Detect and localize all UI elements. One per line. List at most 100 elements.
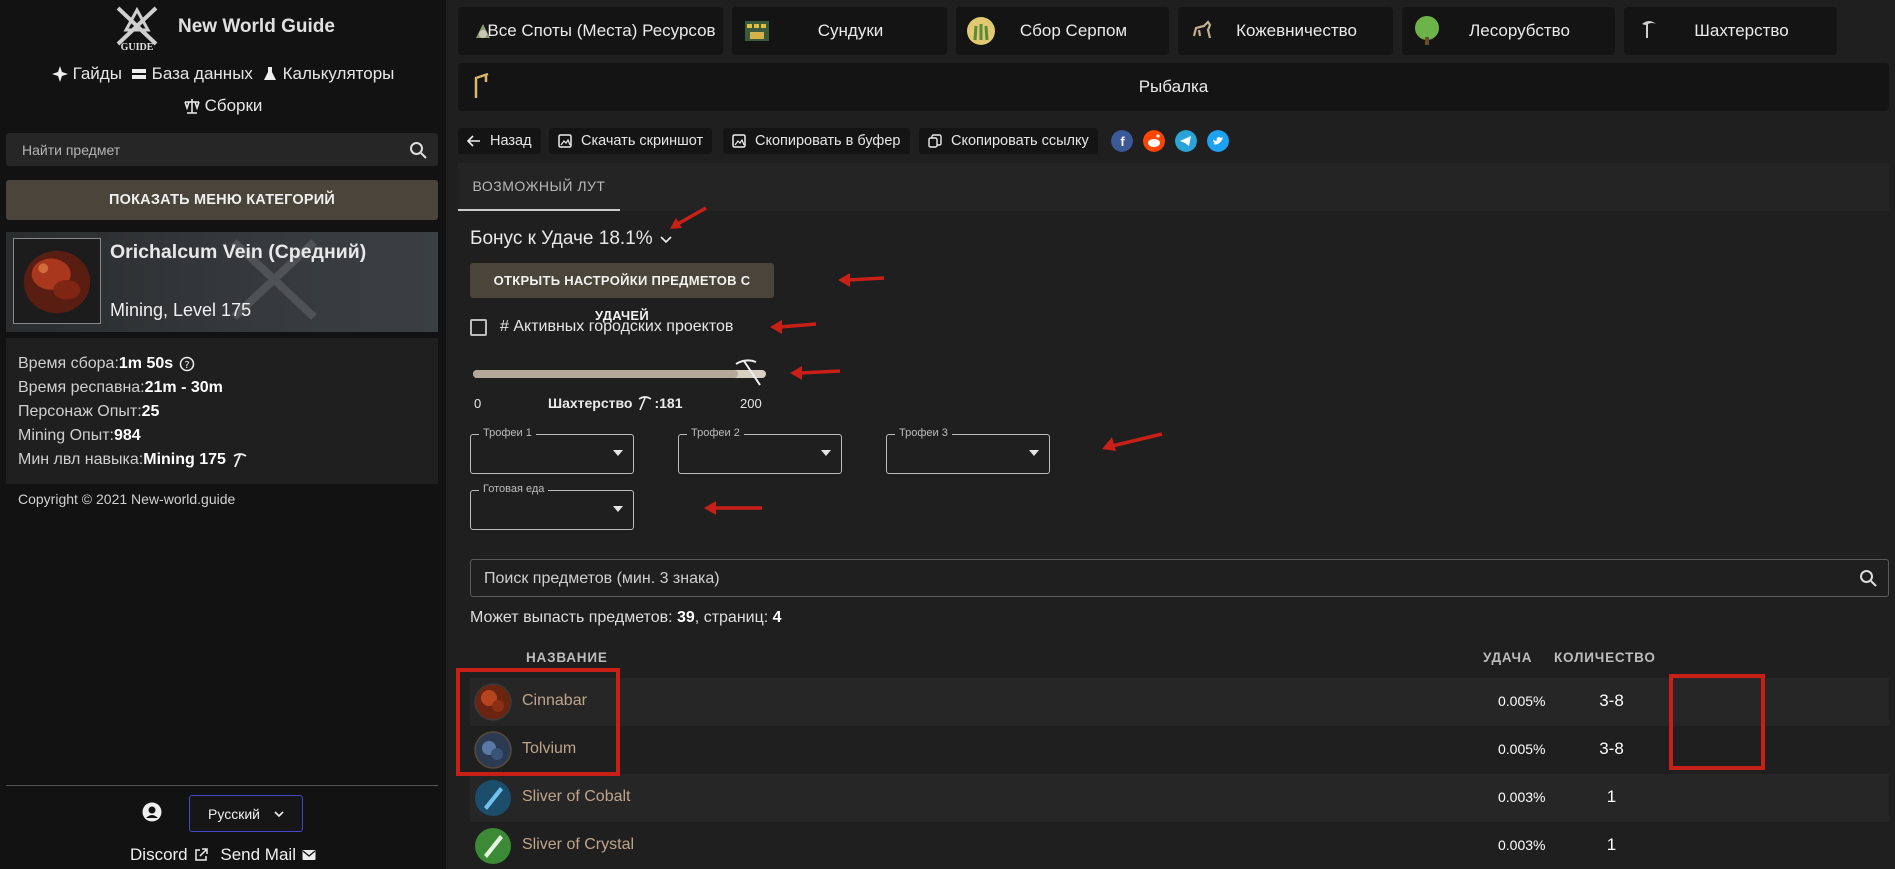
reddit-share-icon[interactable]: [1143, 130, 1165, 152]
download-screenshot-button[interactable]: Скачать скриншот: [549, 128, 713, 154]
table-row[interactable]: Sliver of Crystal 0.003% 1: [470, 822, 1889, 869]
nav-calculators[interactable]: Калькуляторы: [262, 64, 394, 84]
image-icon: [732, 134, 746, 148]
quantity-value: 3-8: [1599, 739, 1624, 758]
column-header-quantity[interactable]: КОЛИЧЕСТВО: [1554, 650, 1656, 665]
caret-down-icon: [821, 450, 831, 456]
quantity-value: 3-8: [1599, 691, 1624, 710]
open-luck-settings-button[interactable]: ОТКРЫТЬ НАСТРОЙКИ ПРЕДМЕТОВ С УДАЧЕЙ: [470, 263, 774, 323]
skinning-icon: [1192, 20, 1212, 39]
drop-count-info: Может выпасть предметов: 39, страниц: 4: [470, 609, 782, 626]
stat-respawn-time: Время респавна: 21m - 30m: [18, 379, 223, 396]
column-header-name[interactable]: НАЗВАНИЕ: [526, 650, 608, 665]
annotation-arrow-icon: [1102, 432, 1163, 451]
slider-fill: [473, 370, 739, 378]
sidebar-search[interactable]: Найти предмет: [6, 133, 438, 166]
arrow-left-icon: [467, 135, 480, 147]
scales-icon: [183, 99, 200, 114]
item-link[interactable]: Sliver of Cobalt: [522, 788, 631, 806]
luck-bonus-title: Бонус к Удаче 18.1%: [470, 228, 653, 249]
nav-database-label: База данных: [151, 64, 253, 83]
help-icon[interactable]: ?: [179, 356, 195, 372]
pickaxe-slider-thumb-icon[interactable]: [732, 358, 762, 388]
sparkles-icon: [51, 66, 68, 82]
item-search-input[interactable]: Поиск предметов (мин. 3 знака): [470, 559, 1889, 597]
city-projects-label: # Активных городских проектов: [500, 318, 734, 335]
external-link-icon: [194, 848, 208, 861]
nav-builds-label: Сборки: [204, 96, 263, 115]
chevron-down-icon: [274, 810, 284, 817]
luck-bonus-toggle[interactable]: Бонус к Удаче 18.1%: [470, 228, 673, 250]
luck-value: 0.005%: [1498, 741, 1546, 757]
site-title[interactable]: New World Guide: [178, 16, 335, 38]
language-select[interactable]: Русский: [189, 795, 303, 832]
chevron-down-icon: [660, 236, 672, 244]
back-button[interactable]: Назад: [458, 128, 541, 154]
city-projects-checkbox[interactable]: [470, 318, 487, 336]
nav-guides[interactable]: Гайды: [51, 64, 122, 84]
table-row[interactable]: Sliver of Cobalt 0.003% 1: [470, 774, 1889, 822]
nav-builds[interactable]: Сборки: [183, 96, 263, 116]
item-stats: Время сбора: 1m 50s ? Время респавна: 21m…: [6, 338, 438, 484]
annotation-arrow-icon: [770, 320, 817, 334]
tab-possible-loot[interactable]: ВОЗМОЖНЫЙ ЛУТ: [458, 163, 620, 211]
item-link[interactable]: Sliver of Crystal: [522, 836, 634, 854]
column-header-luck[interactable]: УДАЧА: [1483, 650, 1532, 665]
luck-value: 0.005%: [1498, 693, 1546, 709]
quantity-value: 1: [1606, 835, 1617, 854]
tab-all-resource-spots[interactable]: Все Споты (Места) Ресурсов: [458, 7, 723, 55]
tab-chests[interactable]: Сундуки: [732, 7, 947, 55]
item-search-placeholder: Поиск предметов (мин. 3 знака): [484, 570, 720, 587]
show-categories-button[interactable]: ПОКАЗАТЬ МЕНЮ КАТЕГОРИЙ: [6, 180, 438, 220]
site-logo-icon[interactable]: GUIDE: [112, 4, 162, 52]
fishing-icon: [474, 72, 489, 98]
discord-link[interactable]: Discord: [130, 845, 208, 865]
tab-harvesting[interactable]: Сбор Серпом: [956, 7, 1169, 55]
sidebar: GUIDE New World Guide Гайды База данных …: [0, 0, 446, 869]
trophy-2-select[interactable]: Трофеи 2: [678, 427, 842, 474]
slider-min-label: 0: [474, 396, 482, 411]
stat-character-xp: Персонаж Опыт: 25: [18, 403, 160, 420]
user-account-icon[interactable]: [142, 802, 162, 822]
svg-text:GUIDE: GUIDE: [121, 42, 154, 52]
copy-to-buffer-button[interactable]: Скопировать в буфер: [723, 128, 910, 154]
tab-fishing[interactable]: Рыбалка: [458, 63, 1889, 111]
stat-gather-time: Время сбора: 1m 50s ?: [18, 352, 426, 376]
search-icon[interactable]: [409, 141, 427, 159]
skill-level-slider[interactable]: [473, 370, 766, 378]
item-subtitle: Mining, Level 175: [110, 300, 252, 320]
tab-skinning[interactable]: Кожевничество: [1178, 7, 1393, 55]
nav-database[interactable]: База данных: [131, 64, 253, 84]
city-projects-option[interactable]: # Активных городских проектов: [470, 318, 733, 336]
search-icon[interactable]: [1859, 569, 1877, 587]
sidebar-search-placeholder: Найти предмет: [22, 142, 121, 158]
tab-logging[interactable]: Лесорубство: [1402, 7, 1615, 55]
footer-links: Discord Send Mail: [0, 845, 446, 865]
caret-down-icon: [613, 506, 623, 512]
slider-current-value: Шахтерство :181: [548, 395, 683, 411]
copy-link-button[interactable]: Скопировать ссылку: [919, 128, 1098, 154]
mining-icon: [1642, 21, 1656, 38]
twitter-share-icon[interactable]: [1207, 130, 1229, 152]
annotation-highlight-box: [1669, 674, 1765, 770]
trophy-3-select[interactable]: Трофеи 3: [886, 427, 1050, 474]
trophy-1-select[interactable]: Трофеи 1: [470, 427, 634, 474]
facebook-share-icon[interactable]: f: [1111, 130, 1133, 152]
nav-guides-label: Гайды: [72, 64, 122, 83]
luck-value: 0.003%: [1498, 789, 1546, 805]
secondary-nav: Сборки: [0, 96, 446, 119]
language-value: Русский: [208, 805, 260, 822]
food-select[interactable]: Готовая еда: [470, 483, 634, 530]
send-mail-link[interactable]: Send Mail: [220, 845, 316, 865]
quantity-value: 1: [1606, 787, 1617, 806]
luck-value: 0.003%: [1498, 837, 1546, 853]
tab-mining[interactable]: Шахтерство: [1624, 7, 1837, 55]
sickle-icon: [967, 17, 995, 45]
orichalcum-vein-image: [13, 238, 101, 324]
slider-max-label: 200: [740, 396, 762, 411]
chests-icon: [745, 21, 769, 41]
annotation-arrow-icon: [670, 206, 707, 229]
logging-icon: [1415, 16, 1439, 45]
telegram-share-icon[interactable]: [1175, 130, 1197, 152]
database-icon: [131, 69, 146, 79]
